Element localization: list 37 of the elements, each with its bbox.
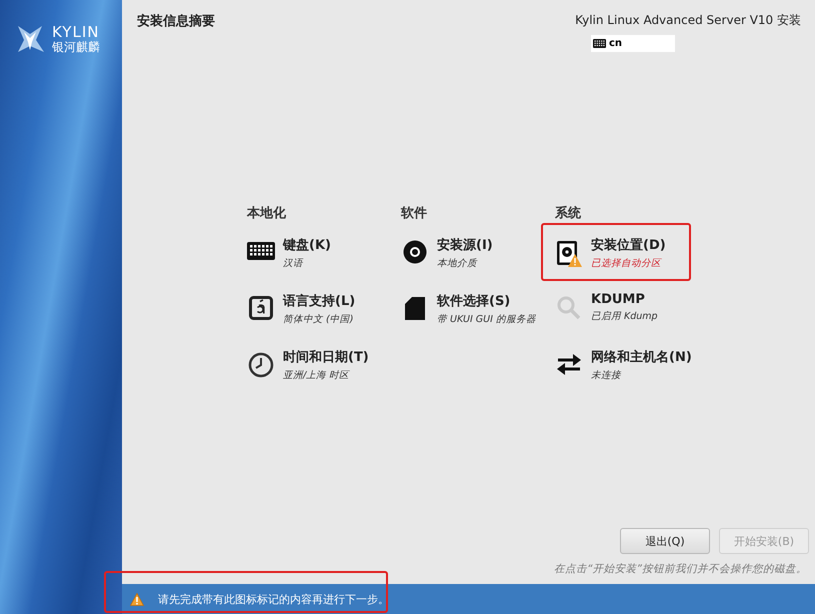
spoke-status: 亚洲/上海 时区 [283,369,351,382]
keyboard-icon [593,39,606,48]
category-heading: 系统 [555,204,582,222]
spoke-title[interactable]: 键盘(K) [283,236,331,254]
keyboard-layout-field[interactable]: cn [591,35,675,52]
quit-button[interactable]: 退出(Q) [620,528,710,554]
footer-note: 在点击“开始安装”按钮前我们并不会操作您的磁盘。 [553,562,808,577]
language-icon [249,296,273,320]
spoke-title[interactable]: KDUMP [591,292,658,307]
spoke-title[interactable]: 安装位置(D) [591,236,666,254]
hard-disk-warning-icon [556,240,582,268]
logo-name: KYLIN [52,24,100,40]
spoke-status: 本地介质 [437,257,478,270]
spoke-title[interactable]: 语言支持(L) [283,292,356,310]
category-heading: 本地化 [247,205,287,222]
arrows-icon [556,352,582,376]
spoke-status: 带 UKUI GUI 的服务器 [437,313,536,326]
spoke-title[interactable]: 网络和主机名(N) [591,348,692,366]
product-title: Kylin Linux Advanced Server V10 安装 [575,12,801,29]
spoke-status: 未连接 [591,369,622,382]
warning-icon [130,592,144,606]
clock-icon [248,352,274,378]
spoke-status: 汉语 [283,257,304,270]
package-icon [405,296,425,320]
spoke-title[interactable]: 安装源(I) [437,236,493,254]
category-heading: 软件 [401,205,428,222]
spoke-status: 简体中文 (中国) [283,313,354,326]
magnifier-icon [557,296,581,320]
logo-subtitle: 银河麒麟 [52,40,100,54]
disc-icon [403,240,427,264]
spoke-title[interactable]: 软件选择(S) [437,292,536,310]
spoke-status: 已启用 Kdump [591,310,658,323]
spoke-status: 已选择自动分区 [591,257,663,270]
warning-message: 请先完成带有此图标标记的内容再进行下一步。 [158,592,389,606]
keyboard-icon [247,240,275,262]
spoke-title[interactable]: 时间和日期(T) [283,348,369,366]
page-title: 安装信息摘要 [137,12,215,31]
